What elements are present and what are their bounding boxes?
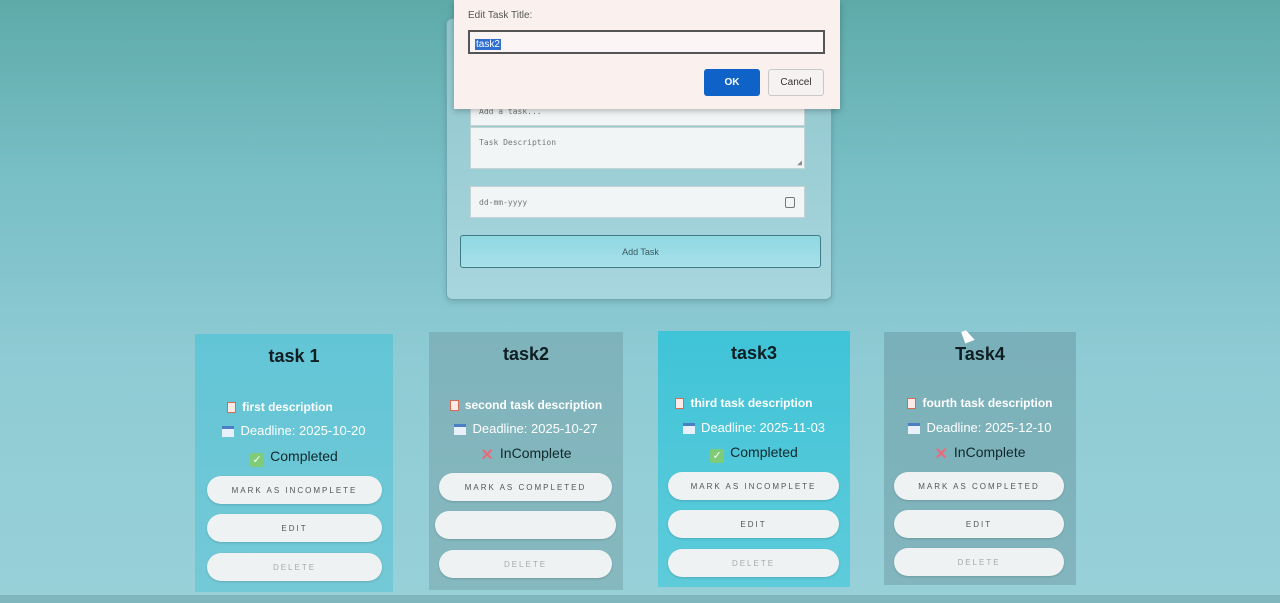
- task-title: task3: [730, 343, 778, 363]
- edit-button[interactable]: EDIT: [894, 510, 1064, 538]
- task-description-text: second task description: [464, 398, 603, 412]
- task-description-text: first description: [242, 400, 333, 414]
- task-status: ✓ Completed: [658, 444, 850, 463]
- dialog-label: Edit Task Title:: [468, 10, 533, 21]
- task-description: third task description: [638, 396, 850, 410]
- dialog-input-selected-text: task2: [475, 39, 501, 50]
- task-deadline-text: Deadline: 2025-11-03: [700, 420, 826, 435]
- calendar-icon: [908, 423, 921, 434]
- task-deadline-text: Deadline: 2025-10-27: [472, 421, 598, 436]
- delete-button[interactable]: DELETE: [668, 549, 839, 577]
- task-status: ✕ InComplete: [884, 444, 1076, 464]
- task-title: task 1: [268, 346, 320, 366]
- delete-button[interactable]: DELETE: [439, 550, 612, 578]
- task-title: task2: [502, 344, 550, 364]
- task-deadline-text: Deadline: 2025-10-20: [240, 423, 366, 438]
- edit-button[interactable]: EDIT: [207, 514, 382, 542]
- add-task-button[interactable]: Add Task: [460, 235, 821, 268]
- mark-completed-button[interactable]: MARK AS COMPLETED: [439, 473, 612, 501]
- task-description-placeholder: Task Description: [479, 138, 557, 147]
- document-icon: [449, 400, 459, 411]
- task-title: Task4: [955, 344, 1005, 364]
- date-placeholder: dd-mm-yyyy: [479, 198, 528, 207]
- task-card: task 1 first description Deadline: 2025-…: [195, 334, 393, 592]
- screen-bottom-edge: [0, 595, 1280, 603]
- task-deadline: Deadline: 2025-10-27: [429, 421, 623, 436]
- task-status-text: Completed: [730, 444, 798, 460]
- task-description: second task description: [429, 398, 623, 412]
- task-card: task3 third task description Deadline: 2…: [658, 331, 850, 587]
- resize-grip-icon[interactable]: ◢: [797, 158, 802, 167]
- cross-icon: ✕: [934, 446, 948, 463]
- task-description-input[interactable]: Task Description ◢: [470, 127, 805, 169]
- edit-title-dialog: Edit Task Title: task2 OK Cancel: [454, 0, 840, 109]
- task-status: ✕ InComplete: [429, 445, 623, 465]
- task-status: ✓ Completed: [195, 448, 393, 467]
- calendar-icon: [454, 424, 467, 435]
- task-status-text: Completed: [270, 448, 338, 464]
- cross-icon: ✕: [480, 447, 494, 464]
- task-deadline: Deadline: 2025-10-20: [195, 423, 393, 438]
- task-card: Task4 fourth task description Deadline: …: [884, 332, 1076, 585]
- document-icon: [907, 398, 917, 409]
- dialog-title-input[interactable]: task2: [468, 30, 825, 54]
- calendar-icon: [222, 426, 235, 437]
- task-card: task2 second task description Deadline: …: [429, 332, 623, 590]
- delete-button[interactable]: DELETE: [894, 548, 1064, 576]
- check-icon: ✓: [250, 453, 265, 467]
- ok-button[interactable]: OK: [704, 69, 760, 96]
- edit-button[interactable]: EDIT: [668, 510, 839, 538]
- check-icon: ✓: [710, 449, 725, 463]
- task-status-text: InComplete: [499, 445, 572, 461]
- task-description: fourth task description: [884, 396, 1076, 410]
- document-icon: [675, 398, 685, 409]
- calendar-picker-icon[interactable]: [785, 197, 795, 208]
- document-icon: [227, 402, 237, 413]
- task-deadline-text: Deadline: 2025-12-10: [926, 420, 1052, 435]
- task-status-text: InComplete: [953, 444, 1026, 460]
- task-deadline: Deadline: 2025-11-03: [658, 420, 850, 435]
- mark-completed-button[interactable]: MARK AS COMPLETED: [894, 472, 1064, 500]
- delete-button[interactable]: DELETE: [207, 553, 382, 581]
- task-description: first description: [167, 400, 393, 414]
- mark-incomplete-button[interactable]: MARK AS INCOMPLETE: [207, 476, 382, 504]
- edit-button[interactable]: [435, 511, 616, 539]
- cancel-button[interactable]: Cancel: [768, 69, 824, 96]
- mark-incomplete-button[interactable]: MARK AS INCOMPLETE: [668, 472, 839, 500]
- deadline-date-input[interactable]: dd-mm-yyyy: [470, 186, 805, 218]
- task-description-text: fourth task description: [922, 396, 1053, 410]
- task-deadline: Deadline: 2025-12-10: [884, 420, 1076, 435]
- task-description-text: third task description: [690, 396, 813, 410]
- calendar-icon: [682, 423, 695, 434]
